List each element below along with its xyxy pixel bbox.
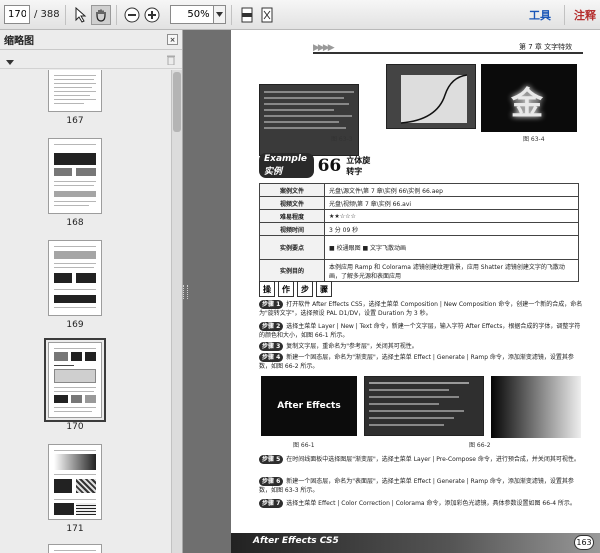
fit-width-icon[interactable]: [237, 5, 257, 25]
table-row: 视频时间 3 分 09 秒: [259, 222, 579, 236]
panel-options-chevron-down-icon[interactable]: [6, 50, 14, 69]
document-pane-margin: [183, 30, 230, 553]
tools-link[interactable]: 工具: [521, 7, 559, 23]
footer-book-title: After Effects CS5: [253, 536, 339, 546]
step-paragraph: 步骤 3 复制文字层，重命名为"参考层"，关闭其可视性。: [259, 342, 584, 351]
curve-figure: [386, 64, 476, 129]
toolbar-separator: [230, 4, 232, 25]
figure-caption: 图 66-2: [469, 442, 491, 449]
step-badge: 步骤 7: [259, 499, 284, 508]
zoom-out-icon[interactable]: [122, 5, 142, 25]
steps-heading: 操 作 步 骤: [259, 281, 335, 297]
comments-link[interactable]: 注释: [570, 7, 600, 23]
table-row: 实例目的 本例应用 Ramp 和 Colorama 滤镜创建纹理背景，应用 Sha…: [259, 259, 579, 282]
glyph-character: 金: [511, 84, 544, 122]
panel-resize-grip[interactable]: [183, 285, 188, 299]
toolbar-separator: [64, 4, 66, 25]
step-badge: 步骤 5: [259, 455, 284, 464]
main-toolbar: / 388 工具 注释: [0, 0, 600, 30]
zoom-in-icon[interactable]: [142, 5, 162, 25]
toolbar-separator: [115, 4, 117, 25]
step-badge: 步骤 2: [259, 322, 284, 331]
figure-caption: 图 66-1: [293, 442, 315, 449]
ramp-settings-figure: [364, 376, 484, 436]
table-row: 难易程度 ★★☆☆☆: [259, 209, 579, 223]
chapter-heading: 第 7 章 文字特效: [519, 43, 573, 51]
thumbnail-page-number: 169: [66, 320, 84, 330]
step-badge: 步骤 3: [259, 342, 284, 351]
step-paragraph: 步骤 2 选择主菜单 Layer | New | Text 命令，新建一个文字层，…: [259, 322, 581, 339]
figure-caption: 图 63-4: [523, 136, 545, 143]
page-number-input[interactable]: [4, 5, 30, 24]
step-paragraph: 步骤 7 选择主菜单 Effect | Color Correction | Co…: [259, 499, 584, 508]
example-info-table: 案例文件 光盘\源文件\第 7 章\实例 66\实例 66.aep 视频文件 光盘\…: [259, 183, 579, 282]
gradient-figure: [491, 376, 581, 438]
step-paragraph: 步骤 6 新建一个固态层，命名为"表面层"，选择主菜单 Effect | Gene…: [259, 477, 574, 494]
thumbnail-page[interactable]: [48, 240, 102, 316]
panel-tools: [0, 50, 182, 69]
thumbnail-scrollbar[interactable]: [171, 70, 182, 553]
thumbnail-page[interactable]: [48, 70, 102, 112]
effect-panel-figure: [259, 84, 359, 156]
step-badge: 步骤 6: [259, 477, 284, 486]
example-title: 立体旋转字: [346, 155, 371, 176]
after-effects-text-figure: After Effects: [261, 376, 357, 436]
step-badge: 步骤 1: [259, 300, 284, 309]
panel-header: 缩略图 ×: [0, 30, 182, 50]
step-badge: 步骤 4: [259, 353, 284, 362]
thumbnail-page-number: 168: [66, 218, 84, 228]
thumbnail-panel: 缩略图 × 167 168 169 170 171: [0, 30, 183, 553]
example-banner: Example 实例 66 立体旋转字: [259, 153, 374, 178]
trash-icon[interactable]: [166, 50, 176, 69]
thumbnail-page-selected[interactable]: [44, 338, 106, 422]
close-panel-icon[interactable]: ×: [167, 34, 178, 45]
scrollbar-thumb[interactable]: [173, 72, 181, 132]
step-paragraph: 步骤 1 打开软件 After Effects CS5，选择主菜单 Composi…: [259, 300, 583, 317]
document-page: ▶▶▶▶ 第 7 章 文字特效 金 图 63-3 图 63-4 Example …: [231, 30, 600, 553]
step-paragraph: 步骤 5 在时间线面板中选择图层"渐变层"，选择主菜单 Layer | Pre-C…: [259, 455, 584, 464]
example-number: 66: [317, 155, 342, 176]
thumbnail-page[interactable]: [48, 138, 102, 214]
thumbnail-list: 167 168 169 170 171: [0, 70, 171, 553]
hand-tool-icon[interactable]: [90, 4, 111, 25]
table-row: 实例要点 ■ 校通眼图 ■ 文字飞散动画: [259, 235, 579, 260]
figure-caption: 图 63-3: [331, 136, 353, 143]
table-row: 案例文件 光盘\源文件\第 7 章\实例 66\实例 66.aep: [259, 183, 579, 197]
footer-page-number: 163: [574, 535, 594, 550]
glyph-figure: 金: [481, 64, 577, 132]
page-total-label: / 388: [34, 9, 60, 20]
thumbnail-page-number: 167: [66, 116, 84, 126]
thumbnail-page-number: 171: [66, 524, 84, 534]
thumbnail-page[interactable]: [48, 444, 102, 520]
header-rule: [313, 52, 583, 54]
example-label: Example 实例: [259, 153, 314, 178]
table-row: 视频文件 光盘\视频\第 7 章\实例 66.avi: [259, 196, 579, 210]
thumbnail-page[interactable]: [48, 544, 102, 553]
thumbnail-page-number: 170: [66, 422, 84, 432]
zoom-dropdown-chevron-down-icon[interactable]: [213, 5, 226, 24]
fit-page-icon[interactable]: [257, 5, 277, 25]
panel-title: 缩略图: [4, 36, 34, 47]
toolbar-separator: [564, 5, 565, 25]
zoom-level-input[interactable]: [169, 5, 214, 24]
step-paragraph: 步骤 4 新建一个固态层，命名为"渐变层"，选择主菜单 Effect | Gene…: [259, 353, 574, 370]
select-cursor-icon[interactable]: [71, 5, 91, 25]
